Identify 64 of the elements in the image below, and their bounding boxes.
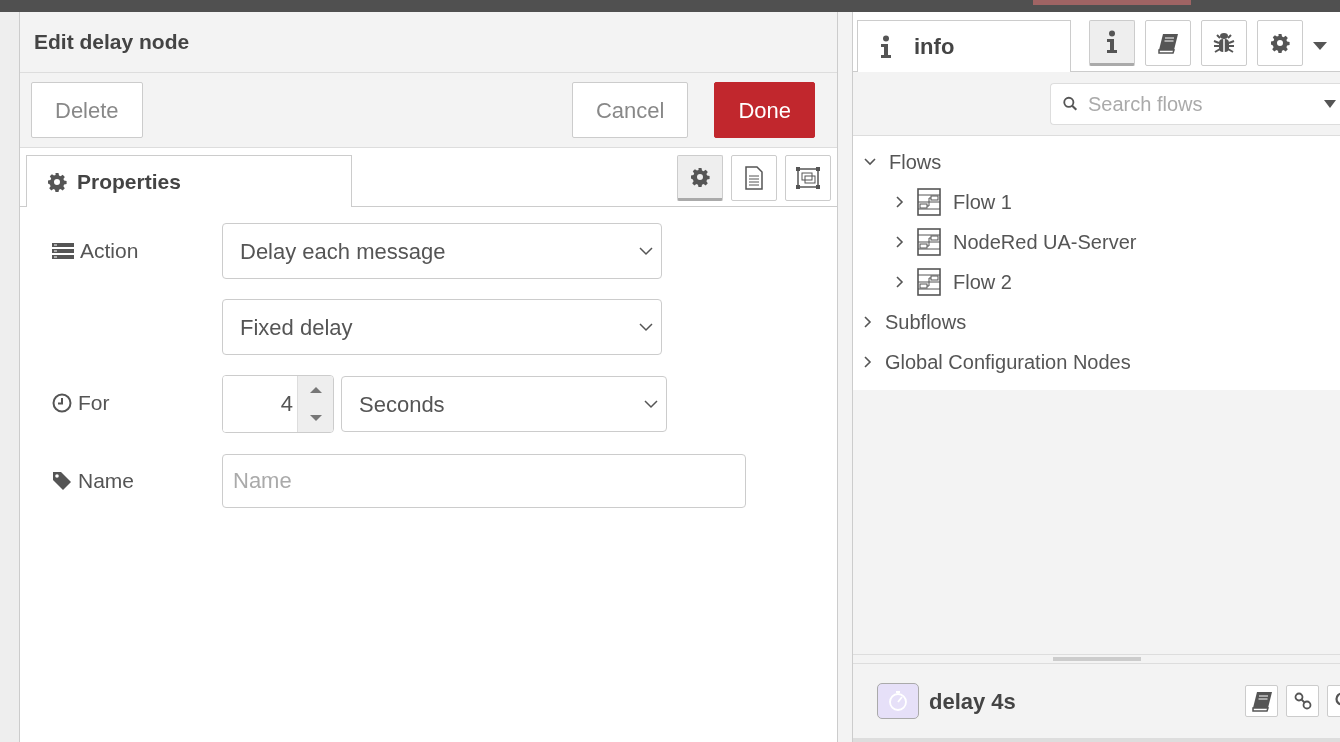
info-tab[interactable]: info	[857, 20, 1071, 72]
document-tab-button[interactable]	[731, 155, 777, 201]
chevron-right-icon[interactable]	[895, 275, 905, 289]
gear-tab-button[interactable]	[677, 155, 723, 201]
link-button[interactable]	[1286, 685, 1319, 717]
info-tab-button[interactable]	[1089, 20, 1135, 66]
caret-icon	[639, 322, 653, 332]
search-box[interactable]: Search flows	[1050, 82, 1340, 125]
node-name: delay 4s	[929, 687, 1016, 716]
number-spinner[interactable]: 4	[222, 375, 334, 433]
bug-tab-button[interactable]	[1201, 20, 1247, 66]
caret-icon	[639, 246, 653, 256]
chevron-right-icon[interactable]	[863, 315, 873, 329]
tree-item[interactable]: Flows	[853, 142, 1340, 182]
book-icon	[1157, 32, 1179, 54]
info-icon	[1106, 30, 1118, 54]
name-label: Name	[78, 468, 135, 494]
clock-icon	[52, 392, 72, 413]
flow-icon	[917, 228, 941, 256]
bug-icon	[1212, 31, 1236, 55]
down-arrow-icon	[309, 414, 322, 422]
gear-icon	[1270, 33, 1290, 53]
dropdown[interactable]: Seconds	[341, 376, 667, 432]
book-button[interactable]	[1245, 685, 1278, 717]
tree-item[interactable]: Global Configuration Nodes	[853, 342, 1340, 382]
tray-title: Edit delay node	[20, 12, 837, 73]
bars-icon	[52, 241, 74, 260]
chevron-down-icon[interactable]	[863, 157, 877, 167]
tree-item[interactable]: Flow 2	[853, 262, 1340, 302]
book-icon	[1250, 690, 1273, 712]
up-arrow-icon	[309, 386, 322, 394]
properties-tab[interactable]: Properties	[26, 155, 352, 207]
document-icon	[744, 166, 764, 190]
field-label: For	[78, 390, 110, 416]
flow-icon	[917, 268, 941, 296]
caret-icon[interactable]	[1313, 41, 1327, 50]
frame-tab-button[interactable]	[785, 155, 831, 201]
flow-icon	[917, 188, 941, 216]
chevron-right-icon[interactable]	[895, 195, 905, 209]
search-icon	[1063, 94, 1078, 113]
tag-icon	[52, 470, 72, 491]
tree-item[interactable]: NodeRed UA-Server	[853, 222, 1340, 262]
gear-icon	[690, 167, 710, 187]
name-field[interactable]: Name	[222, 454, 746, 508]
caret-icon	[1324, 99, 1336, 108]
cancel-button[interactable]: Cancel	[571, 82, 689, 138]
dropdown[interactable]: Delay each message	[222, 223, 662, 279]
tree-item[interactable]: Subflows	[853, 302, 1340, 342]
field-label: Action	[80, 238, 139, 264]
info-icon	[880, 34, 892, 59]
resize-handle[interactable]	[1052, 657, 1141, 661]
gear-icon	[47, 171, 67, 192]
dropdown[interactable]: Fixed delay	[222, 299, 662, 355]
book-tab-button[interactable]	[1145, 20, 1191, 66]
delete-button[interactable]: Delete	[31, 82, 143, 138]
chain-link-icon	[1293, 692, 1312, 710]
timer-icon	[877, 683, 919, 719]
gear-tab-button[interactable]	[1257, 20, 1303, 66]
chevron-right-icon[interactable]	[863, 355, 873, 369]
frame-icon	[795, 166, 821, 190]
chevron-right-icon[interactable]	[895, 235, 905, 249]
tree-item[interactable]: Flow 1	[853, 182, 1340, 222]
caret-icon	[644, 399, 658, 409]
done-button[interactable]: Done	[714, 82, 815, 138]
